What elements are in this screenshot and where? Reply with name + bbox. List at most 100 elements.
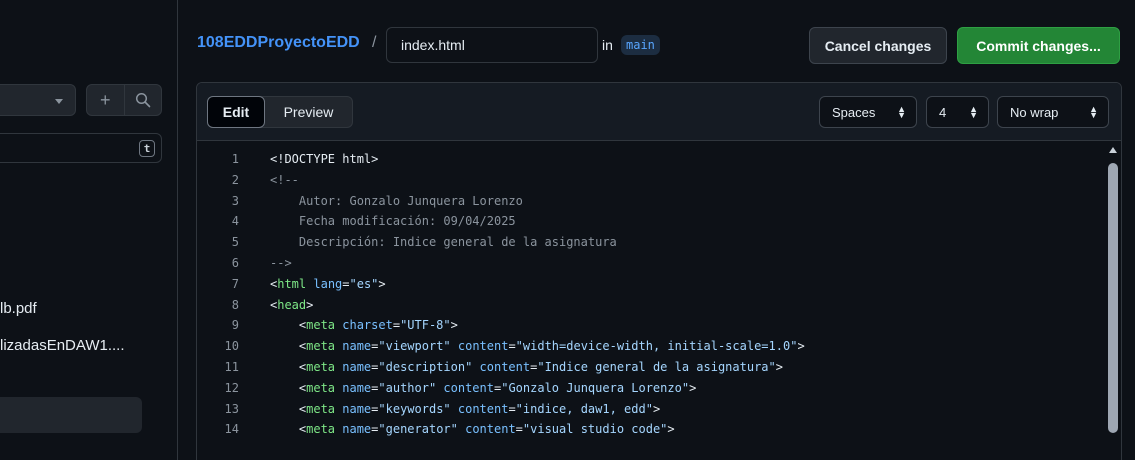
- code-line[interactable]: 1 <!DOCTYPE html>: [197, 149, 1121, 169]
- plus-icon: +: [99, 89, 111, 110]
- search-button[interactable]: [123, 85, 162, 115]
- code-token: content: [450, 401, 509, 416]
- keyboard-shortcut-badge: t: [139, 140, 155, 157]
- code-token: <: [270, 401, 307, 416]
- code-token: html: [277, 276, 307, 291]
- code-token: <: [270, 380, 307, 395]
- code-token: "description": [378, 360, 473, 374]
- edit-preview-toggle: Edit Preview: [207, 96, 353, 128]
- line-text: <head>: [270, 295, 313, 315]
- code-line[interactable]: 11 <meta name="description" content="Ind…: [197, 357, 1121, 377]
- branch-badge: main: [621, 35, 660, 55]
- code-token: name: [335, 422, 372, 437]
- code-line[interactable]: 10 <meta name="viewport" content="width=…: [197, 336, 1121, 356]
- go-to-file-input[interactable]: t: [0, 133, 162, 163]
- path-separator: /: [372, 34, 377, 51]
- line-text: <meta name="keywords" content="indice, d…: [270, 399, 660, 419]
- code-token: <: [270, 422, 307, 437]
- code-line[interactable]: 5 Descripción: Indice general de la asig…: [197, 232, 1121, 252]
- code-token: "viewport": [378, 339, 451, 354]
- tab-edit[interactable]: Edit: [207, 96, 265, 128]
- file-tree-item[interactable]: lizadasEnDAW1....: [0, 337, 125, 354]
- code-token: content: [457, 422, 516, 437]
- code-content[interactable]: 1 <!DOCTYPE html> 2 <!-- 3 Autor: Gonzalo Ju…: [197, 141, 1121, 460]
- code-token: >: [689, 380, 697, 395]
- line-number: 4: [231, 214, 239, 229]
- line-number: 3: [231, 193, 239, 208]
- code-line[interactable]: 14 <meta name="generator" content="visua…: [197, 419, 1121, 439]
- code-token: <!--: [270, 172, 299, 187]
- file-tree-sidebar: + t lb.pdf lizadasEnDAW1....: [0, 0, 178, 460]
- code-token: content: [472, 360, 531, 374]
- code-token: =: [508, 401, 516, 416]
- code-token: =: [515, 422, 523, 437]
- code-line[interactable]: 7 <html lang="es">: [197, 274, 1121, 294]
- repo-link[interactable]: 108EDDProyectoEDD: [197, 34, 360, 52]
- line-number: 5: [231, 235, 239, 250]
- cancel-changes-button[interactable]: Cancel changes: [809, 27, 947, 64]
- chevron-down-icon: [55, 99, 63, 104]
- commit-changes-button[interactable]: Commit changes...: [957, 27, 1120, 64]
- code-token: meta: [306, 360, 336, 374]
- file-tree-item-selected[interactable]: [0, 397, 142, 433]
- code-token: <: [270, 360, 307, 374]
- wrap-mode-select[interactable]: No wrap ▲ ▼: [997, 96, 1109, 128]
- line-number: 9: [231, 318, 239, 333]
- vertical-scrollbar[interactable]: [1108, 163, 1118, 433]
- indent-mode-value: Spaces: [832, 104, 876, 120]
- code-token: "width=device-width, initial-scale=1.0": [515, 339, 798, 354]
- line-text: Autor: Gonzalo Junquera Lorenzo: [270, 191, 523, 211]
- code-token: <!DOCTYPE html>: [270, 152, 379, 166]
- line-text: <meta name="author" content="Gonzalo Jun…: [270, 378, 696, 398]
- code-line[interactable]: 9 <meta charset="UTF-8">: [197, 315, 1121, 335]
- add-file-button[interactable]: +: [87, 85, 124, 115]
- line-text: <!--: [270, 170, 299, 190]
- line-number: 2: [231, 172, 239, 187]
- select-arrows-icon: ▲ ▼: [897, 104, 906, 120]
- branch-selector[interactable]: [0, 84, 76, 116]
- code-token: meta: [306, 422, 336, 437]
- indent-size-select[interactable]: 4 ▲ ▼: [926, 96, 989, 128]
- code-line[interactable]: 4 Fecha modificación: 09/04/2025: [197, 211, 1121, 231]
- code-token: name: [335, 380, 372, 395]
- tab-preview[interactable]: Preview: [265, 97, 352, 127]
- code-line[interactable]: 8 <head>: [197, 295, 1121, 315]
- line-text: Fecha modificación: 09/04/2025: [270, 211, 516, 231]
- line-number: 1: [231, 152, 239, 166]
- code-token: "keywords": [378, 401, 451, 416]
- code-token: name: [335, 360, 372, 374]
- scroll-up-arrow-icon[interactable]: [1109, 147, 1117, 153]
- code-line[interactable]: 3 Autor: Gonzalo Junquera Lorenzo: [197, 191, 1121, 211]
- select-arrows-icon: ▲ ▼: [969, 104, 978, 120]
- code-token: =: [508, 339, 516, 354]
- code-editor: Edit Preview Spaces ▲ ▼ 4 ▲ ▼ No wrap ▲ ▼ 1…: [196, 82, 1122, 460]
- code-token: >: [306, 297, 314, 312]
- code-token: "visual studio code": [522, 422, 668, 437]
- code-token: =: [342, 276, 350, 291]
- line-number: 7: [231, 276, 239, 291]
- filename-input[interactable]: [386, 27, 598, 63]
- code-token: "Gonzalo Junquera Lorenzo": [501, 380, 690, 395]
- file-tree-item[interactable]: lb.pdf: [0, 300, 37, 317]
- indent-size-value: 4: [939, 104, 947, 120]
- line-text: <!DOCTYPE html>: [270, 149, 378, 169]
- code-line[interactable]: 2 <!--: [197, 170, 1121, 190]
- code-line[interactable]: 12 <meta name="author" content="Gonzalo …: [197, 378, 1121, 398]
- code-line[interactable]: 13 <meta name="keywords" content="indice…: [197, 399, 1121, 419]
- code-token: >: [652, 401, 661, 416]
- wrap-mode-value: No wrap: [1010, 104, 1059, 120]
- code-line[interactable]: 6 -->: [197, 253, 1121, 273]
- code-token: Descripción: Indice general de la asigna…: [270, 235, 617, 250]
- indent-mode-select[interactable]: Spaces ▲ ▼: [819, 96, 917, 128]
- line-number: 6: [231, 256, 239, 270]
- line-text: -->: [270, 253, 292, 273]
- code-token: "es": [349, 276, 379, 291]
- line-number: 10: [224, 339, 239, 354]
- code-token: content: [436, 380, 494, 395]
- code-token: name: [335, 339, 372, 354]
- code-token: "Indice general de la asignatura": [537, 360, 776, 374]
- code-token: charset: [335, 318, 393, 333]
- search-icon: [135, 92, 151, 108]
- editor-toolbar: Edit Preview Spaces ▲ ▼ 4 ▲ ▼ No wrap ▲ ▼: [197, 83, 1121, 141]
- code-token: meta: [306, 380, 336, 395]
